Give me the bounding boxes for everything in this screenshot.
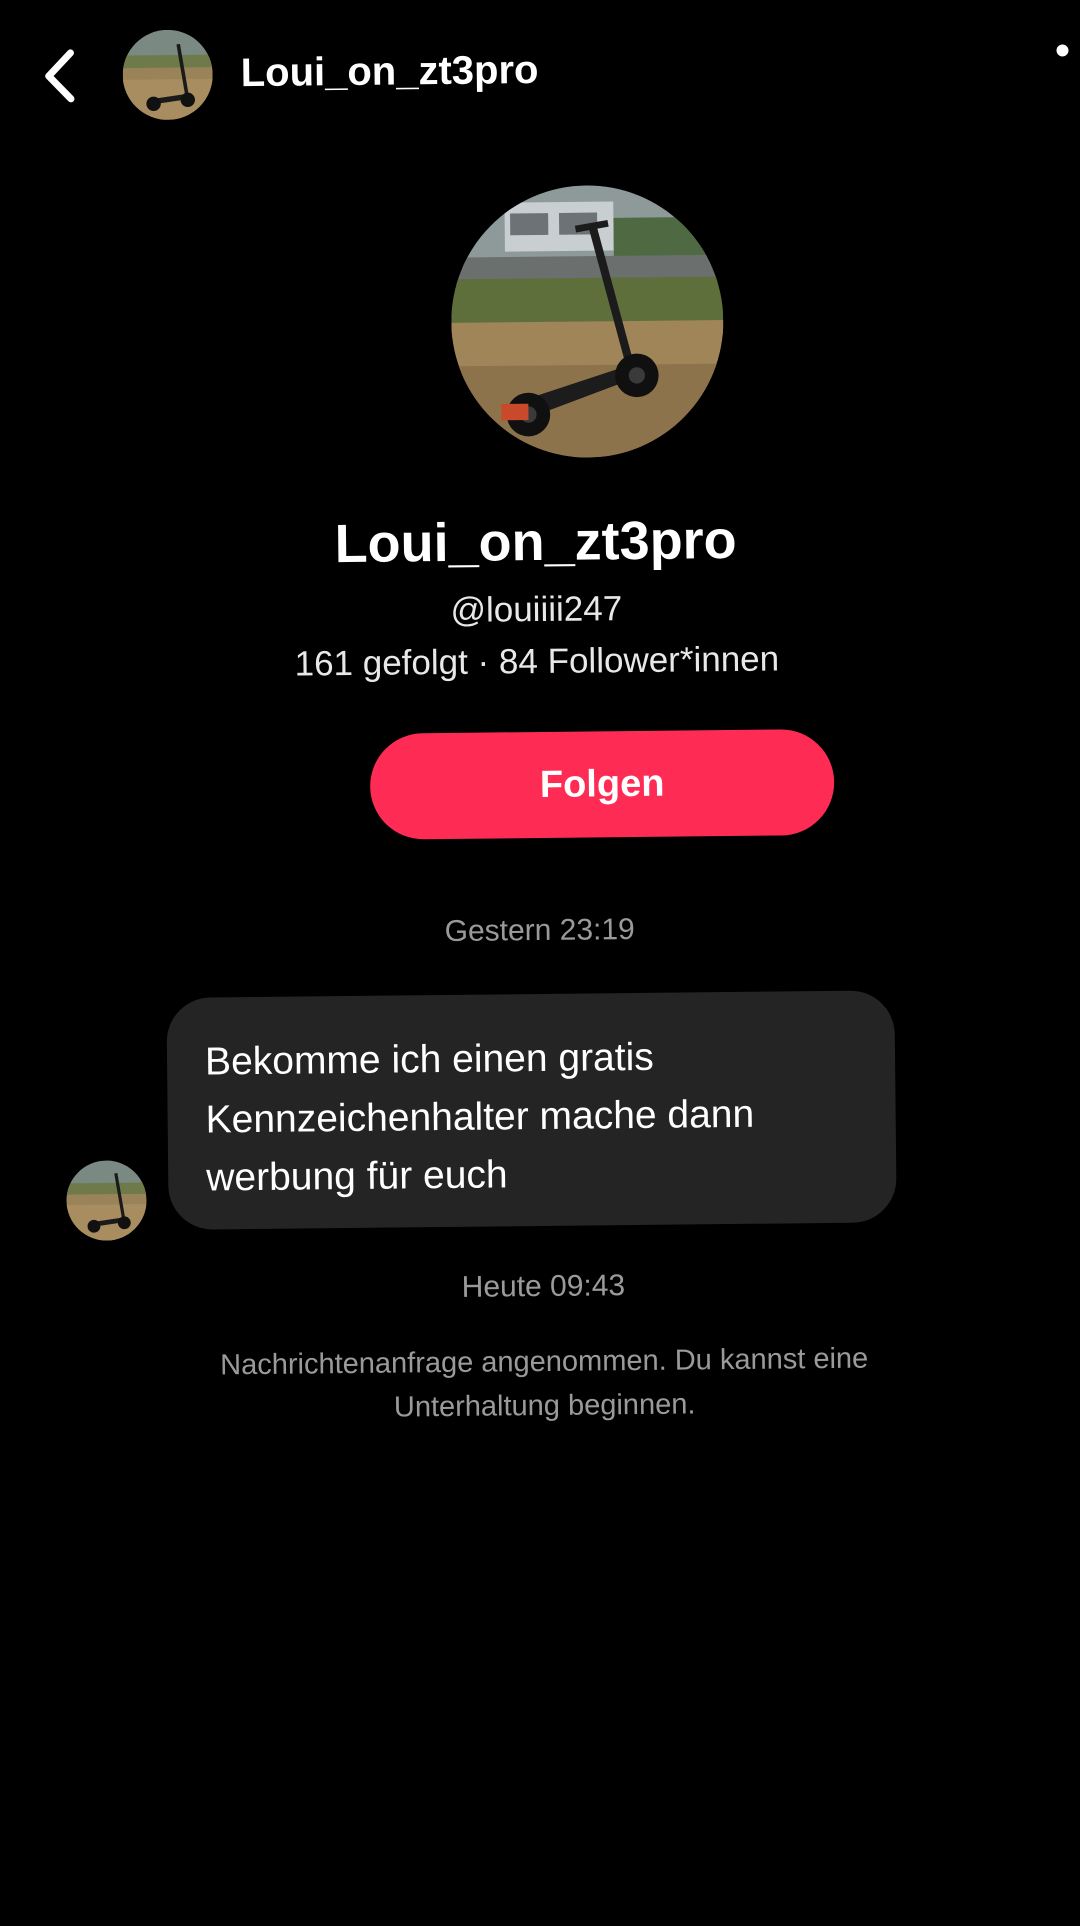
profile-avatar[interactable] xyxy=(449,184,725,459)
profile-handle: @louiiii247 xyxy=(450,589,623,630)
profile-display-name: Loui_on_zt3pro xyxy=(334,509,737,575)
request-accepted-notice: Nachrichtenanfrage angenommen. Du kannst… xyxy=(220,1342,869,1424)
message-text-line: Bekomme ich einen gratis xyxy=(204,1035,654,1084)
header-username[interactable]: Loui_on_zt3pro xyxy=(240,46,538,97)
chevron-left-icon xyxy=(45,49,75,103)
more-dots-icon xyxy=(1056,44,1069,57)
chat-screen: Loui_on_zt3pro Loui_on_zt3pro @louiiii24… xyxy=(0,0,1080,1926)
profile-stats: 161 gefolgt · 84 Follower*innen xyxy=(294,639,780,684)
back-button[interactable] xyxy=(34,43,91,110)
sender-avatar[interactable] xyxy=(66,1160,147,1241)
incoming-message-bubble[interactable]: Bekomme ich einen gratis Kennzeichenhalt… xyxy=(166,990,897,1230)
message-text-line: Kennzeichenhalter mache dann xyxy=(205,1092,755,1142)
message-timestamp: Heute 09:43 xyxy=(461,1269,626,1304)
follow-button[interactable]: Folgen xyxy=(369,728,835,840)
message-text-line: werbung für euch xyxy=(206,1153,508,1200)
more-options-button[interactable] xyxy=(1050,38,1080,68)
header-avatar[interactable] xyxy=(122,29,214,121)
message-timestamp: Gestern 23:19 xyxy=(444,913,635,948)
